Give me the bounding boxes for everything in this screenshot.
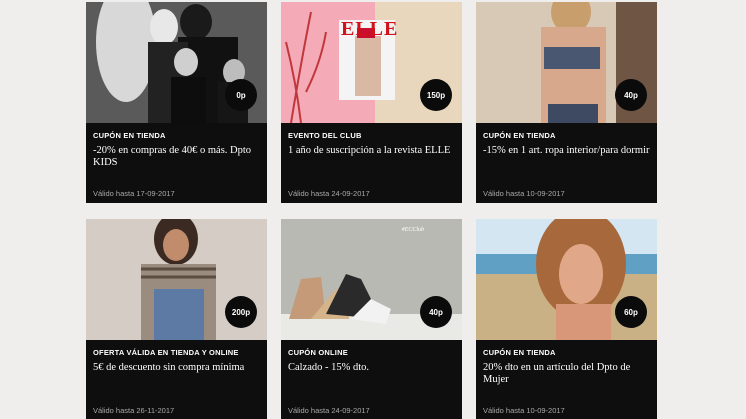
offer-title: -20% en compras de 40€ o más. Dpto KIDS [93,145,252,168]
offer-card[interactable]: ELLE 150p EVENTO DEL CLUB 1 año de suscr… [281,2,462,203]
offer-title: 1 año de suscripción a la revista ELLE [288,145,451,156]
offer-card[interactable]: 60p CUPÓN EN TIENDA 20% dto en un artícu… [476,219,657,419]
points-badge: 60p [615,296,647,328]
magazine-masthead: ELLE [341,18,399,40]
offer-title: Calzado - 15% dto. [288,362,370,373]
offer-card[interactable]: 0p CUPÓN EN TIENDA -20% en compras de 40… [86,2,267,203]
offer-type: CUPÓN ONLINE [288,348,348,357]
offer-valid-until: Válido hasta 26-11-2017 [93,406,175,415]
offer-type: CUPÓN EN TIENDA [93,131,166,140]
offer-title: 5€ de descuento sin compra mínima [93,362,245,373]
offer-title: 20% dto en un artículo del Dpto de Mujer [483,362,631,385]
offer-title: -15% en 1 art. ropa interior/para dormir [483,145,650,156]
offer-body: CUPÓN EN TIENDA -15% en 1 art. ropa inte… [476,123,657,203]
points-badge: 40p [420,296,452,328]
offer-type: OFERTA VÁLIDA EN TIENDA Y ONLINE [93,348,239,357]
points-badge: 200p [225,296,257,328]
offer-valid-until: Válido hasta 17-09-2017 [93,189,175,198]
points-badge: 0p [225,79,257,111]
points-badge: 150p [420,79,452,111]
offer-body: EVENTO DEL CLUB 1 año de suscripción a l… [281,123,462,203]
offer-type: CUPÓN EN TIENDA [483,131,556,140]
offer-body: CUPÓN EN TIENDA 20% dto en un artículo d… [476,340,657,419]
offer-body: CUPÓN EN TIENDA -20% en compras de 40€ o… [86,123,267,203]
offer-type: CUPÓN EN TIENDA [483,348,556,357]
offer-valid-until: Válido hasta 24-09-2017 [288,189,370,198]
offer-valid-until: Válido hasta 24-09-2017 [288,406,370,415]
club-hashtag-mark: #ECClub [401,227,424,233]
offer-card[interactable]: #ECClub 40p CUPÓN ONLINE Calzado - 15% d… [281,219,462,419]
offer-card[interactable]: 40p CUPÓN EN TIENDA -15% en 1 art. ropa … [476,2,657,203]
offer-valid-until: Válido hasta 10-09-2017 [483,406,565,415]
offer-card[interactable]: 200p OFERTA VÁLIDA EN TIENDA Y ONLINE 5€… [86,219,267,419]
offer-body: OFERTA VÁLIDA EN TIENDA Y ONLINE 5€ de d… [86,340,267,419]
offer-type: EVENTO DEL CLUB [288,131,362,140]
offer-body: CUPÓN ONLINE Calzado - 15% dto. Válido h… [281,340,462,419]
offers-grid: 0p CUPÓN EN TIENDA -20% en compras de 40… [0,0,746,419]
offer-valid-until: Válido hasta 10-09-2017 [483,189,565,198]
points-badge: 40p [615,79,647,111]
